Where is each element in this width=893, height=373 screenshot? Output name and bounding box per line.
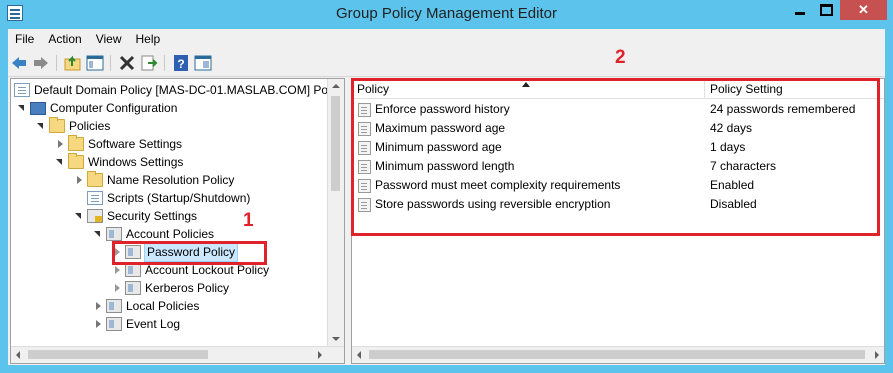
tree-label: Default Domain Policy [MAS-DC-01.MASLAB.… [34, 83, 345, 97]
policy-document-icon [14, 83, 30, 97]
scroll-right-arrow-icon[interactable] [318, 351, 322, 359]
toolbar: ? [8, 50, 885, 77]
tree-node-name-resolution-policy[interactable]: Name Resolution Policy [74, 171, 234, 189]
tree-label: Computer Configuration [50, 101, 178, 115]
tree-node-windows-settings[interactable]: Windows Settings [55, 153, 183, 171]
tree-node-security-settings[interactable]: Security Settings [74, 207, 197, 225]
tree-node-policies[interactable]: Policies [36, 117, 110, 135]
toolbar-separator [110, 55, 111, 71]
folder-icon [87, 171, 103, 187]
folder-icon [68, 135, 84, 151]
tree-label: Event Log [126, 317, 181, 331]
up-folder-icon[interactable] [64, 54, 82, 72]
properties-icon[interactable] [194, 54, 212, 72]
maximize-button[interactable] [813, 0, 840, 20]
tree-label: Security Settings [107, 209, 198, 223]
scroll-thumb[interactable] [28, 350, 208, 359]
annotation-box-1 [112, 241, 267, 265]
scroll-down-arrow-icon[interactable] [332, 337, 340, 341]
folder-icon [68, 153, 84, 169]
collapse-arrow-icon[interactable] [93, 229, 103, 239]
scroll-thumb[interactable] [331, 96, 340, 191]
help-icon[interactable]: ? [172, 54, 190, 72]
tree-label: Kerberos Policy [145, 281, 230, 295]
expand-arrow-icon[interactable] [112, 283, 122, 293]
expand-arrow-icon[interactable] [112, 265, 122, 275]
forward-arrow-icon[interactable] [32, 54, 50, 72]
menu-file[interactable]: File [8, 29, 41, 49]
tree-node-computer-configuration[interactable]: Computer Configuration [17, 99, 177, 117]
svg-text:?: ? [177, 57, 184, 71]
collapse-arrow-icon[interactable] [36, 121, 46, 131]
scroll-thumb[interactable] [369, 350, 865, 359]
annotation-label-2: 2 [615, 47, 626, 68]
tree-label: Windows Settings [88, 155, 184, 169]
close-button[interactable]: ✕ [840, 0, 887, 20]
tree-node-local-policies[interactable]: Local Policies [93, 297, 199, 315]
tree-horizontal-scrollbar[interactable] [11, 346, 344, 363]
back-arrow-icon[interactable] [10, 54, 28, 72]
folder-icon [49, 117, 65, 133]
security-settings-icon [87, 209, 103, 223]
tree-node-root[interactable]: Default Domain Policy [MAS-DC-01.MASLAB.… [14, 81, 345, 99]
details-horizontal-scrollbar[interactable] [352, 346, 884, 363]
console-tree-pane[interactable]: Default Domain Policy [MAS-DC-01.MASLAB.… [10, 78, 345, 364]
minimize-button[interactable] [786, 0, 813, 20]
tree-node-event-log[interactable]: Event Log [93, 315, 180, 333]
policy-icon [106, 299, 122, 313]
menu-view[interactable]: View [89, 29, 129, 49]
tree-label: Policies [69, 119, 111, 133]
collapse-arrow-icon[interactable] [55, 157, 65, 167]
annotation-label-1: 1 [243, 210, 254, 231]
scroll-left-arrow-icon[interactable] [357, 351, 361, 359]
scroll-up-arrow-icon[interactable] [332, 84, 340, 88]
window-title: Group Policy Management Editor [336, 5, 557, 22]
collapse-arrow-icon[interactable] [17, 103, 27, 113]
export-list-icon[interactable] [140, 54, 158, 72]
menu-bar: File Action View Help [8, 29, 885, 49]
toolbar-separator [56, 55, 57, 71]
policy-icon [125, 281, 141, 295]
tree-label: Name Resolution Policy [107, 173, 235, 187]
expand-arrow-icon[interactable] [55, 139, 65, 149]
policy-icon [125, 263, 141, 277]
expand-arrow-icon[interactable] [93, 301, 103, 311]
title-bar: Group Policy Management Editor ✕ [0, 0, 893, 28]
tree-label: Software Settings [88, 137, 183, 151]
script-document-icon [87, 191, 103, 205]
annotation-box-2 [351, 78, 880, 236]
toolbar-separator [164, 55, 165, 71]
show-hide-tree-icon[interactable] [86, 54, 104, 72]
tree-vertical-scrollbar[interactable] [327, 79, 344, 346]
tree-label: Scripts (Startup/Shutdown) [107, 191, 251, 205]
policy-icon [106, 317, 122, 331]
tree-node-software-settings[interactable]: Software Settings [55, 135, 182, 153]
delete-icon[interactable] [118, 54, 136, 72]
tree-node-scripts[interactable]: Scripts (Startup/Shutdown) [87, 189, 250, 207]
computer-icon [30, 101, 46, 115]
tree-node-kerberos-policy[interactable]: Kerberos Policy [112, 279, 229, 297]
collapse-arrow-icon[interactable] [74, 211, 84, 221]
scroll-left-arrow-icon[interactable] [16, 351, 20, 359]
scroll-right-arrow-icon[interactable] [875, 351, 879, 359]
menu-help[interactable]: Help [129, 29, 168, 49]
policy-icon [106, 227, 122, 241]
tree-label: Local Policies [126, 299, 200, 313]
menu-action[interactable]: Action [41, 29, 88, 49]
expand-arrow-icon[interactable] [74, 175, 84, 185]
expand-arrow-icon[interactable] [93, 319, 103, 329]
